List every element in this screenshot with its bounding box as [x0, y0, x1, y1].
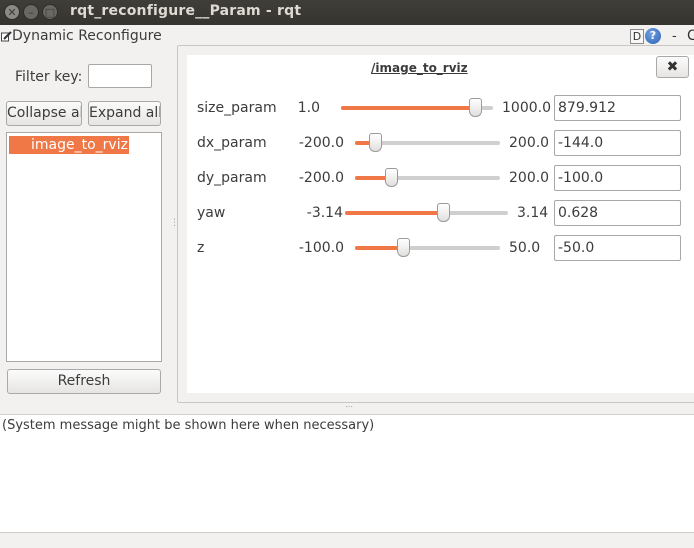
title-bar: ✕ – □ rqt_reconfigure__Param - rqt — [0, 0, 694, 25]
param-slider[interactable] — [355, 168, 500, 187]
param-max-label: 200.0 — [509, 135, 550, 151]
param-slider[interactable] — [341, 98, 493, 117]
filter-key-label: Filter key: — [15, 69, 83, 85]
param-max-label: 50.0 — [509, 240, 541, 256]
param-slider[interactable] — [345, 203, 508, 222]
param-name-label: z — [197, 240, 205, 256]
refresh-button[interactable]: Refresh — [7, 369, 161, 394]
node-tree[interactable]: image_to_rviz — [6, 132, 162, 362]
param-max-label: 1000.0 — [502, 100, 551, 116]
param-name-label: dx_param — [197, 135, 267, 151]
param-name-label: dy_param — [197, 170, 267, 186]
status-bar — [0, 532, 694, 548]
close-plugin-icon[interactable]: C — [687, 28, 694, 44]
param-min-label: -200.0 — [298, 170, 344, 186]
window-title: rqt_reconfigure__Param - rqt — [70, 3, 302, 19]
param-slider-handle[interactable] — [385, 168, 399, 187]
param-value-input[interactable]: -144.0 — [554, 130, 681, 156]
param-name-label: yaw — [197, 205, 226, 221]
param-slider-handle[interactable] — [396, 238, 410, 257]
param-slider-fill — [341, 106, 475, 110]
param-value-input[interactable]: 879.912 — [554, 95, 681, 121]
tree-item-image-to-rviz[interactable]: image_to_rviz — [9, 136, 129, 154]
minimize-window-icon[interactable]: – — [23, 4, 39, 20]
param-slider-handle[interactable] — [468, 98, 482, 117]
horizontal-splitter-handle[interactable]: ⋯ — [345, 402, 353, 411]
param-min-label: -100.0 — [298, 240, 344, 256]
param-slider-handle[interactable] — [436, 203, 450, 222]
param-slider-fill — [345, 211, 443, 215]
collapse-all-button[interactable]: Collapse all — [6, 101, 82, 126]
expand-all-button[interactable]: Expand all — [88, 101, 161, 126]
param-value-input[interactable]: 0.628 — [554, 200, 681, 226]
param-slider[interactable] — [355, 238, 500, 257]
param-slider-fill — [355, 246, 403, 250]
param-value-input[interactable]: -50.0 — [554, 235, 681, 261]
close-window-icon[interactable]: ✕ — [4, 4, 20, 20]
param-value-input[interactable]: -100.0 — [554, 165, 681, 191]
help-icon[interactable]: ? — [645, 28, 661, 44]
param-max-label: 200.0 — [509, 170, 550, 186]
maximize-window-icon[interactable]: □ — [42, 4, 58, 20]
system-message-text: (System message might be shown here when… — [2, 418, 375, 433]
dock-icon[interactable]: D — [630, 29, 644, 44]
param-max-label: 3.14 — [517, 205, 549, 221]
plugin-title: Dynamic Reconfigure — [12, 28, 162, 44]
param-min-label: -200.0 — [298, 135, 344, 151]
param-min-label: -3.14 — [306, 205, 343, 221]
param-slider[interactable] — [355, 133, 500, 152]
close-node-button[interactable]: ✖ — [656, 56, 689, 78]
param-min-label: 1.0 — [297, 100, 320, 116]
minimize-plugin-icon[interactable]: - — [672, 29, 677, 44]
param-slider-handle[interactable] — [369, 133, 383, 152]
filter-key-input[interactable] — [88, 64, 152, 88]
node-title: /image_to_rviz — [371, 61, 468, 75]
edit-icon — [1, 31, 12, 42]
